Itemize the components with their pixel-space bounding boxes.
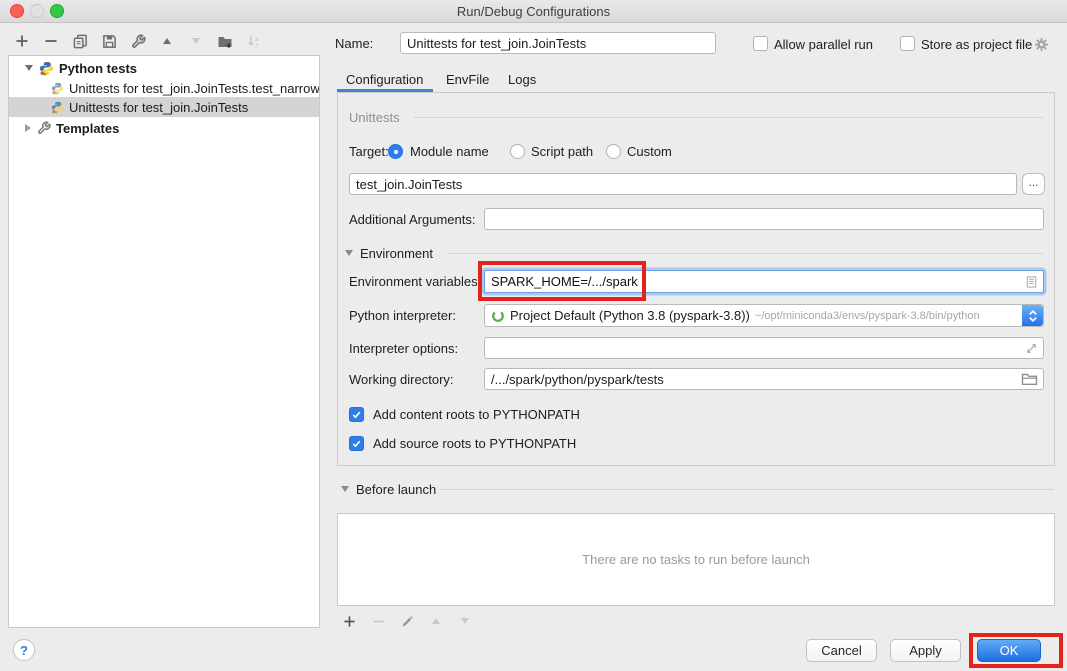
configurations-toolbar: az [14,31,262,51]
help-button[interactable]: ? [13,639,35,661]
module-name-input[interactable] [349,173,1017,195]
python-test-icon [51,101,64,114]
python-interpreter-label: Python interpreter: [349,308,456,323]
expand-field-icon[interactable] [1024,341,1038,355]
add-content-roots-label[interactable]: Add content roots to PYTHONPATH [373,407,580,422]
python-interpreter-select[interactable]: Project Default (Python 3.8 (pyspark-3.8… [484,304,1044,327]
additional-arguments-input[interactable] [484,208,1044,230]
environment-variables-label: Environment variables: [349,274,481,289]
additional-arguments-label: Additional Arguments: [349,212,475,227]
edit-task-icon [399,613,415,629]
before-launch-divider [440,489,1054,490]
cancel-button[interactable]: Cancel [806,639,877,662]
remove-task-icon [370,613,386,629]
tree-item-templates[interactable]: Templates [9,118,319,138]
interpreter-path: ~/opt/miniconda3/envs/pyspark-3.8/bin/py… [755,310,980,322]
tab-logs[interactable]: Logs [508,72,536,87]
radio-custom[interactable] [606,144,621,159]
window-title: Run/Debug Configurations [457,4,610,19]
add-source-roots-label[interactable]: Add source roots to PYTHONPATH [373,436,576,451]
working-directory-label: Working directory: [349,372,454,387]
move-task-down-icon [457,613,473,629]
group-divider [414,117,1043,118]
environment-collapse-icon[interactable] [345,250,353,256]
tab-configuration[interactable]: Configuration [346,72,423,87]
tree-item-python-tests[interactable]: Python tests [9,58,319,78]
collapse-icon[interactable] [25,65,33,71]
add-configuration-icon[interactable] [14,33,30,49]
apply-button[interactable]: Apply [890,639,961,662]
move-up-icon[interactable] [159,33,175,49]
sort-configurations-icon: az [246,33,262,49]
add-content-roots-checkbox[interactable] [349,407,364,422]
folder-icon[interactable] [1020,372,1038,386]
interpreter-options-input[interactable] [484,337,1044,359]
python-tests-icon [39,61,54,76]
env-list-icon[interactable] [1025,275,1038,289]
browse-button[interactable]: ... [1022,173,1045,195]
save-configuration-icon[interactable] [101,33,117,49]
tree-item-label: Unittests for test_join.JoinTests [69,100,248,115]
add-task-icon[interactable] [341,613,357,629]
tree-item-label: Unittests for test_join.JoinTests.test_n… [69,81,320,96]
ok-button[interactable]: OK [977,639,1041,662]
environment-variables-input[interactable] [485,274,1025,289]
radio-module-name-label[interactable]: Module name [410,144,489,159]
tree-item-label: Templates [56,121,119,136]
add-source-roots-checkbox[interactable] [349,436,364,451]
unittests-group-label: Unittests [349,110,400,125]
no-tasks-message: There are no tasks to run before launch [582,552,810,567]
before-launch-section-label: Before launch [356,482,436,497]
copy-configuration-icon[interactable] [72,33,88,49]
move-down-icon [188,33,204,49]
active-tab-underline [337,89,433,92]
store-as-project-file-checkbox[interactable] [900,36,915,51]
edit-templates-icon[interactable] [130,33,146,49]
store-as-project-file-label: Store as project file [921,37,1032,52]
working-directory-input[interactable] [484,368,1044,390]
radio-custom-label[interactable]: Custom [627,144,672,159]
new-folder-icon[interactable] [217,33,233,49]
python-test-icon [51,82,64,95]
expand-icon[interactable] [25,124,31,132]
tab-envfile[interactable]: EnvFile [446,72,489,87]
interpreter-options-label: Interpreter options: [349,341,458,356]
allow-parallel-run-checkbox[interactable] [753,36,768,51]
environment-divider [447,253,1043,254]
svg-text:z: z [255,42,258,49]
move-task-up-icon [428,613,444,629]
allow-parallel-run-label: Allow parallel run [774,37,873,52]
before-launch-collapse-icon[interactable] [341,486,349,492]
environment-variables-field[interactable] [484,270,1044,293]
select-stepper-icon[interactable] [1022,305,1043,326]
templates-wrench-icon [37,121,51,135]
tree-item-label: Python tests [59,61,137,76]
minimize-window-button [30,4,44,18]
radio-script-path-label[interactable]: Script path [531,144,593,159]
tree-item-jointests-selected[interactable]: Unittests for test_join.JoinTests [9,97,319,117]
before-launch-toolbar [341,612,473,630]
name-label: Name: [335,36,373,51]
radio-module-name[interactable] [388,144,403,159]
name-input[interactable] [400,32,716,54]
interpreter-value: Project Default (Python 3.8 (pyspark-3.8… [510,308,750,323]
title-bar: Run/Debug Configurations [0,0,1067,23]
environment-section-label: Environment [360,246,433,261]
close-window-button[interactable] [10,4,24,18]
configurations-tree: Python tests Unittests for test_join.Joi… [8,55,320,628]
remove-configuration-icon[interactable] [43,33,59,49]
tree-item-test-narrow[interactable]: Unittests for test_join.JoinTests.test_n… [9,78,319,98]
zoom-window-button[interactable] [50,4,64,18]
radio-script-path[interactable] [510,144,525,159]
conda-interpreter-icon [491,309,505,323]
run-debug-configurations-dialog: Run/Debug Configurations az [0,0,1067,671]
before-launch-task-list: There are no tasks to run before launch [337,513,1055,606]
gear-icon[interactable] [1033,36,1049,52]
target-label: Target: [349,144,389,159]
